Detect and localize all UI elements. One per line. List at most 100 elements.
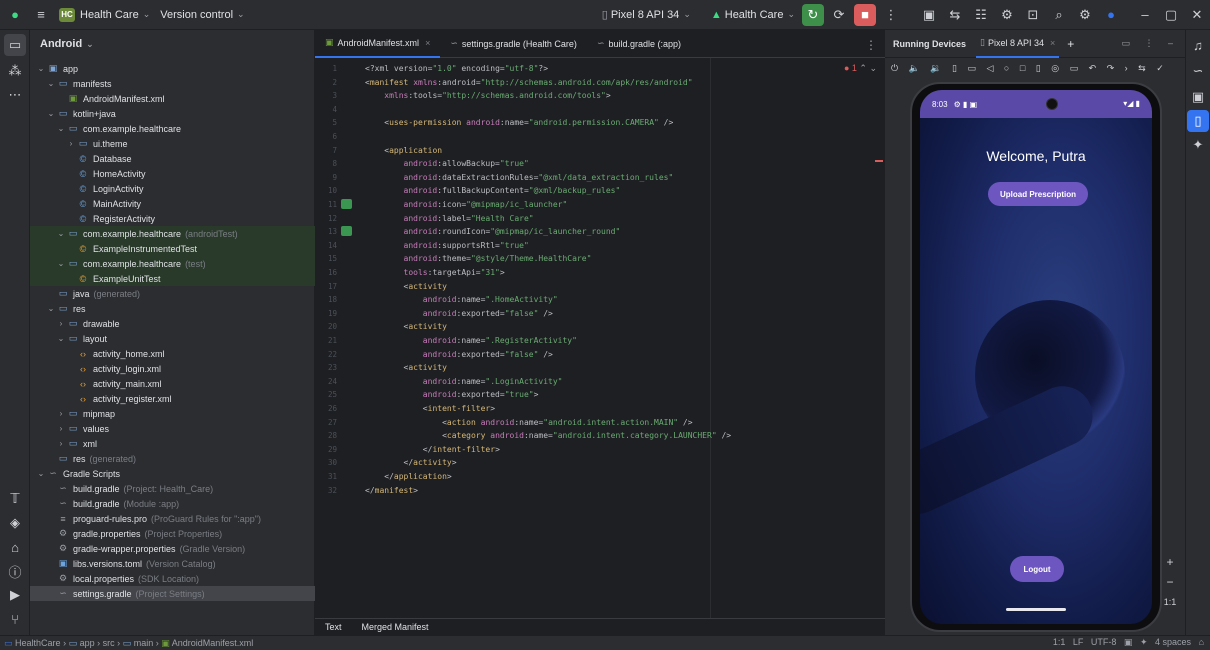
tree-item-gradle-scripts[interactable]: ⌄ ∽ Gradle Scripts xyxy=(30,466,315,481)
code-line[interactable]: android:theme="@style/Theme.HealthCare" xyxy=(365,252,592,265)
tree-item-manifests[interactable]: ⌄ ▭ manifests xyxy=(30,76,315,91)
gesture-nav-bar[interactable] xyxy=(1006,608,1066,611)
more-tools-icon[interactable]: ⋯ xyxy=(4,84,26,106)
search-icon[interactable]: ⌕ xyxy=(1048,4,1070,26)
code-line[interactable]: </activity> xyxy=(365,456,457,469)
lock-icon[interactable]: ⌂ xyxy=(1199,637,1204,647)
tree-item-java-generated[interactable]: ▭ java (generated) xyxy=(30,286,315,301)
sync-gradle-icon[interactable]: ⚙ xyxy=(996,4,1018,26)
stop-button[interactable]: ■ xyxy=(854,3,876,26)
structure-icon[interactable]: ⁂ xyxy=(4,60,26,82)
code-line[interactable]: <activity xyxy=(365,361,447,374)
restore-window-icon[interactable]: ▢ xyxy=(1160,4,1182,26)
project-folder-icon[interactable]: ▭ xyxy=(4,34,26,56)
tree-item-test-package[interactable]: ⌄ ▭ com.example.healthcare (test) xyxy=(30,256,315,271)
code-line[interactable]: android:dataExtractionRules="@xml/data_e… xyxy=(365,171,674,184)
code-line[interactable]: <action android:name="android.intent.act… xyxy=(365,416,693,429)
tree-item-proguard-rules[interactable]: ≡ proguard-rules.pro (ProGuard Rules for "… xyxy=(30,511,315,526)
code-line[interactable]: android:name=".LoginActivity" xyxy=(365,375,563,388)
project-view-selector[interactable]: Android ⌄ xyxy=(30,30,314,58)
breadcrumb-item[interactable]: AndroidManifest.xml xyxy=(172,638,254,648)
gradle-tool-icon[interactable]: ∽ xyxy=(1187,60,1209,82)
rerun-button[interactable]: ↻ xyxy=(802,3,824,26)
sdk-manager-icon[interactable]: ⊡ xyxy=(1022,4,1044,26)
tree-item-build-gradle-module[interactable]: ∽ build.gradle (Module :app) xyxy=(30,496,315,511)
code-line[interactable]: xmlns:tools="http://schemas.android.com/… xyxy=(365,89,610,102)
device-selector[interactable]: ▯ Pixel 8 API 34 ⌄ xyxy=(597,4,696,26)
tree-item-gradle-wrapper-properties[interactable]: ⚙ gradle-wrapper.properties (Gradle Versio… xyxy=(30,541,315,556)
tree-item-homeactivity[interactable]: © HomeActivity xyxy=(30,166,315,181)
caret-position[interactable]: 1:1 xyxy=(1053,637,1066,647)
gemini-icon[interactable]: ✦ xyxy=(1187,134,1209,156)
apply-changes-icon[interactable]: ⟳ xyxy=(828,4,850,26)
zoom-in-button[interactable]: + xyxy=(1160,555,1180,569)
vcs-selector[interactable]: Version control ⌄ xyxy=(155,4,249,26)
breadcrumb-item[interactable]: app xyxy=(80,638,95,648)
indent-setting[interactable]: 4 spaces xyxy=(1155,637,1191,647)
code-line[interactable]: android:icon="@mipmap/ic_launcher" xyxy=(365,198,568,211)
code-line[interactable]: android:exported="true"> xyxy=(365,388,539,401)
problems-icon[interactable]: ⓘ xyxy=(4,560,26,582)
main-menu-icon[interactable]: ≡ xyxy=(30,4,52,26)
notifications-icon[interactable]: ♫ xyxy=(1187,34,1209,56)
code-line[interactable]: <intent-filter> xyxy=(365,402,495,415)
tab-settings-gradle[interactable]: ∽ settings.gradle (Health Care) xyxy=(440,30,587,58)
tree-item-database[interactable]: © Database xyxy=(30,151,315,166)
code-line[interactable]: android:name=".RegisterActivity" xyxy=(365,334,577,347)
tree-item-gradle-properties[interactable]: ⚙ gradle.properties (Project Properties) xyxy=(30,526,315,541)
breadcrumb-item[interactable]: src xyxy=(103,638,115,648)
tree-item-package[interactable]: ⌄ ▭ com.example.healthcare xyxy=(30,121,315,136)
code-line[interactable]: <activity xyxy=(365,280,447,293)
tree-item-activity-register-xml[interactable]: ‹› activity_register.xml xyxy=(30,391,315,406)
tree-item-activity-home-xml[interactable]: ‹› activity_home.xml xyxy=(30,346,315,361)
tab-build-gradle-app[interactable]: ∽ build.gradle (:app) xyxy=(587,30,691,58)
tree-item-registeractivity[interactable]: © RegisterActivity xyxy=(30,211,315,226)
zoom-out-button[interactable]: − xyxy=(1160,575,1180,589)
code-line[interactable]: <activity xyxy=(365,320,447,333)
phone-screen[interactable]: 8:03 ⚙ ▮ ▣ ▾◢ ▮ Welcome, Putra Upload Pr… xyxy=(920,90,1152,624)
close-tab-icon[interactable]: × xyxy=(425,38,430,48)
file-encoding[interactable]: UTF-8 xyxy=(1091,637,1117,647)
code-line[interactable]: <?xml version="1.0" encoding="utf-8"?> xyxy=(365,62,548,75)
tree-item-settings-gradle[interactable]: ∽ settings.gradle (Project Settings) xyxy=(30,586,315,601)
app-inspection-icon[interactable]: ⌂ xyxy=(4,536,26,558)
tree-item-app[interactable]: ⌄ ▣ app xyxy=(30,61,315,76)
code-line[interactable]: android:label="Health Care" xyxy=(365,212,534,225)
code-line[interactable]: </intent-filter> xyxy=(365,443,500,456)
gradle-icon[interactable]: 𝕋 xyxy=(4,488,26,510)
upload-prescription-button[interactable]: Upload Prescription xyxy=(988,182,1088,206)
tree-item-ui-theme[interactable]: › ▭ ui.theme xyxy=(30,136,315,151)
tree-item-res[interactable]: ⌄ ▭ res xyxy=(30,301,315,316)
translate-icon[interactable]: ⇆ xyxy=(944,4,966,26)
code-area[interactable]: <?xml version="1.0" encoding="utf-8"?> <m… xyxy=(365,58,885,618)
tab-text[interactable]: Text xyxy=(315,622,352,632)
tab-androidmanifest[interactable]: ▣ AndroidManifest.xml × xyxy=(315,30,441,58)
line-ending[interactable]: LF xyxy=(1073,637,1084,647)
breadcrumb-item[interactable]: main xyxy=(134,638,154,648)
account-avatar-icon[interactable]: ● xyxy=(1100,4,1122,26)
device-manager-icon[interactable]: ▣ xyxy=(918,4,940,26)
terminal-icon[interactable]: ▶ xyxy=(4,584,26,606)
code-line[interactable]: </application> xyxy=(365,470,451,483)
tree-item-exampleinstrumentedtest[interactable]: © ExampleInstrumentedTest xyxy=(30,241,315,256)
code-line[interactable]: android:name=".HomeActivity" xyxy=(365,293,558,306)
logout-button[interactable]: Logout xyxy=(1010,556,1064,582)
settings-gear-icon[interactable]: ⚙ xyxy=(1074,4,1096,26)
code-line[interactable]: android:allowBackup="true" xyxy=(365,157,529,170)
code-line[interactable]: <application xyxy=(365,144,442,157)
code-line[interactable]: android:exported="false" /> xyxy=(365,307,553,320)
build-variants-icon[interactable]: ◈ xyxy=(4,512,26,534)
readonly-toggle-icon[interactable]: ▣ xyxy=(1124,637,1133,647)
launcher-icon-preview[interactable] xyxy=(341,199,352,209)
tree-item-build-gradle-project[interactable]: ∽ build.gradle (Project: Health_Care) xyxy=(30,481,315,496)
code-line[interactable]: tools:targetApi="31"> xyxy=(365,266,505,279)
zoom-actual-size-button[interactable]: 1:1 xyxy=(1160,597,1180,607)
minimize-window-icon[interactable]: – xyxy=(1134,4,1156,26)
running-devices-icon[interactable]: ▯ xyxy=(1187,110,1209,132)
close-tab-icon[interactable]: × xyxy=(1050,38,1055,48)
more-actions-icon[interactable]: ⋮ xyxy=(880,4,902,26)
tab-more-icon[interactable]: ⋮ xyxy=(865,38,877,52)
tree-item-activity-main-xml[interactable]: ‹› activity_main.xml xyxy=(30,376,315,391)
run-config-selector[interactable]: ▲ Health Care ⌄ xyxy=(706,4,800,26)
code-line[interactable]: <uses-permission android:name="android.p… xyxy=(365,116,673,129)
